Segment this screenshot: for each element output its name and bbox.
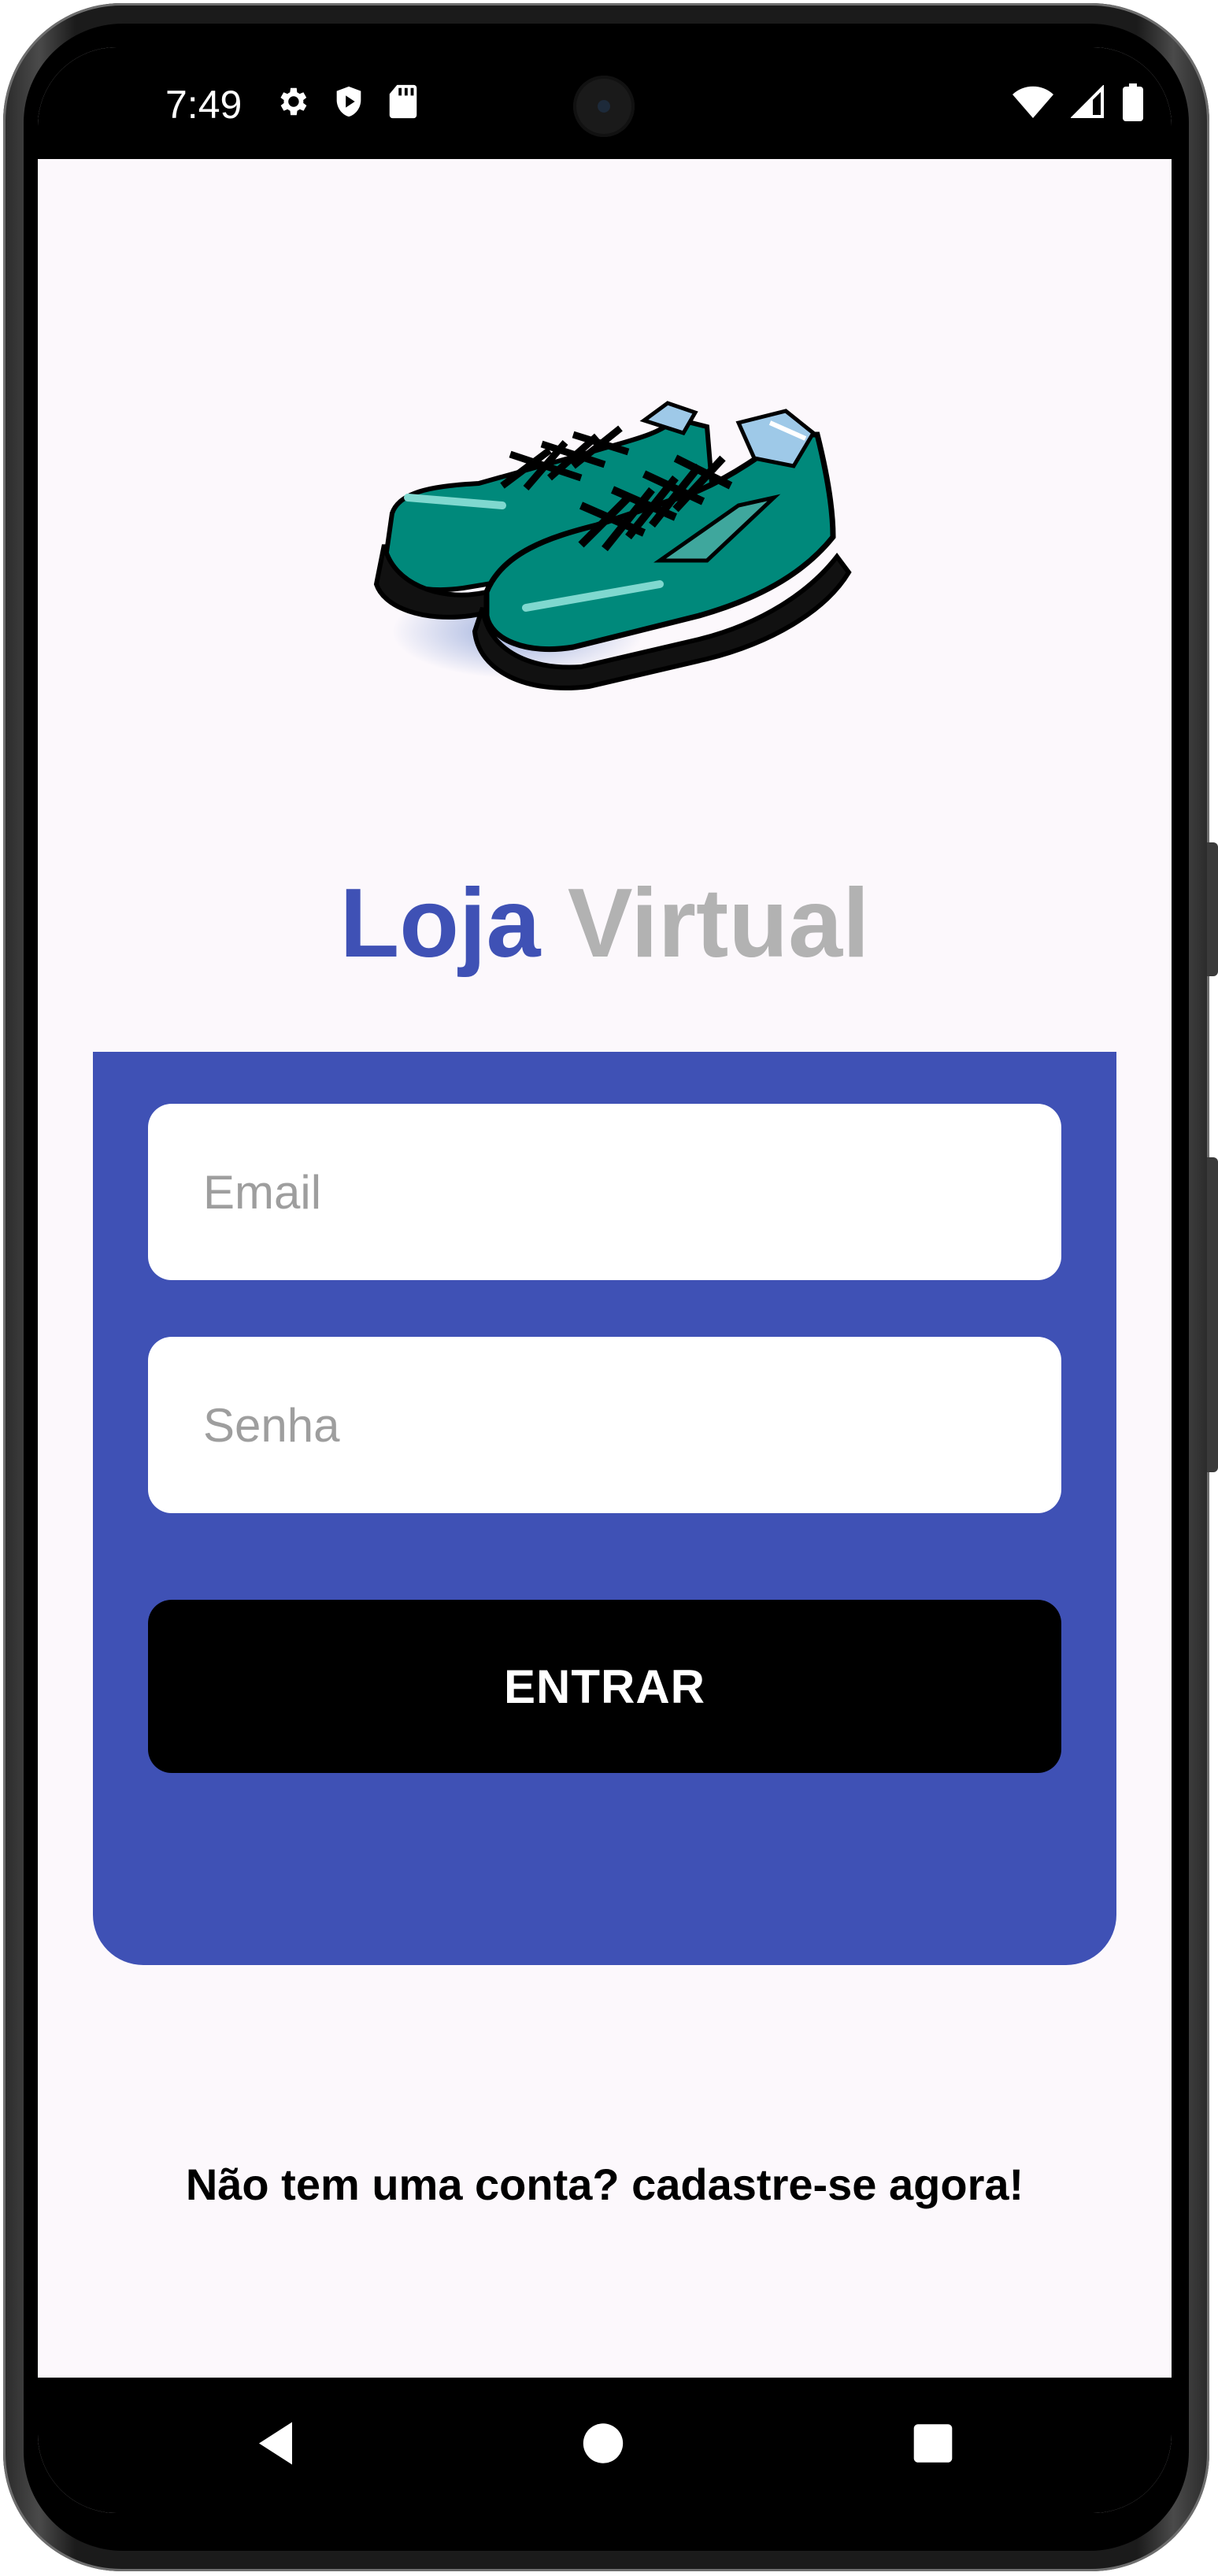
power-button [1207,1157,1218,1472]
status-bar: 7:49 [38,47,1172,159]
login-button[interactable]: ENTRAR [148,1600,1061,1773]
front-camera [573,76,635,137]
recents-icon[interactable] [912,2422,954,2469]
page-title: Loja Virtual [38,868,1172,979]
back-icon[interactable] [252,2420,299,2471]
shield-play-icon [331,83,367,124]
battery-icon [1123,83,1143,125]
password-field-container[interactable] [148,1337,1061,1513]
app-screen: 7:49 Loja Virtual Email ENTRAR Não tem u… [38,47,1172,2513]
navigation-bar [38,2378,1172,2513]
email-field[interactable] [203,1164,1061,1220]
home-icon[interactable] [581,2422,625,2470]
title-primary: Loja [339,869,541,978]
password-field[interactable] [203,1397,1061,1453]
wifi-icon [1013,85,1053,124]
title-secondary: Virtual [567,869,870,978]
phone-frame: 7:49 Loja Virtual Email ENTRAR Não tem u… [0,0,1218,2576]
volume-button [1207,842,1218,976]
email-field-container[interactable] [148,1104,1061,1280]
login-card: ENTRAR [93,1052,1116,1965]
signup-link[interactable]: Não tem uma conta? cadastre-se agora! [38,2159,1172,2210]
status-time: 7:49 [165,83,242,127]
sd-card-icon [387,83,419,124]
gear-icon [274,83,310,124]
login-page: Loja Virtual ENTRAR Não tem uma conta? c… [38,159,1172,2378]
sneakers-icon [345,348,912,757]
signal-icon [1070,84,1105,124]
